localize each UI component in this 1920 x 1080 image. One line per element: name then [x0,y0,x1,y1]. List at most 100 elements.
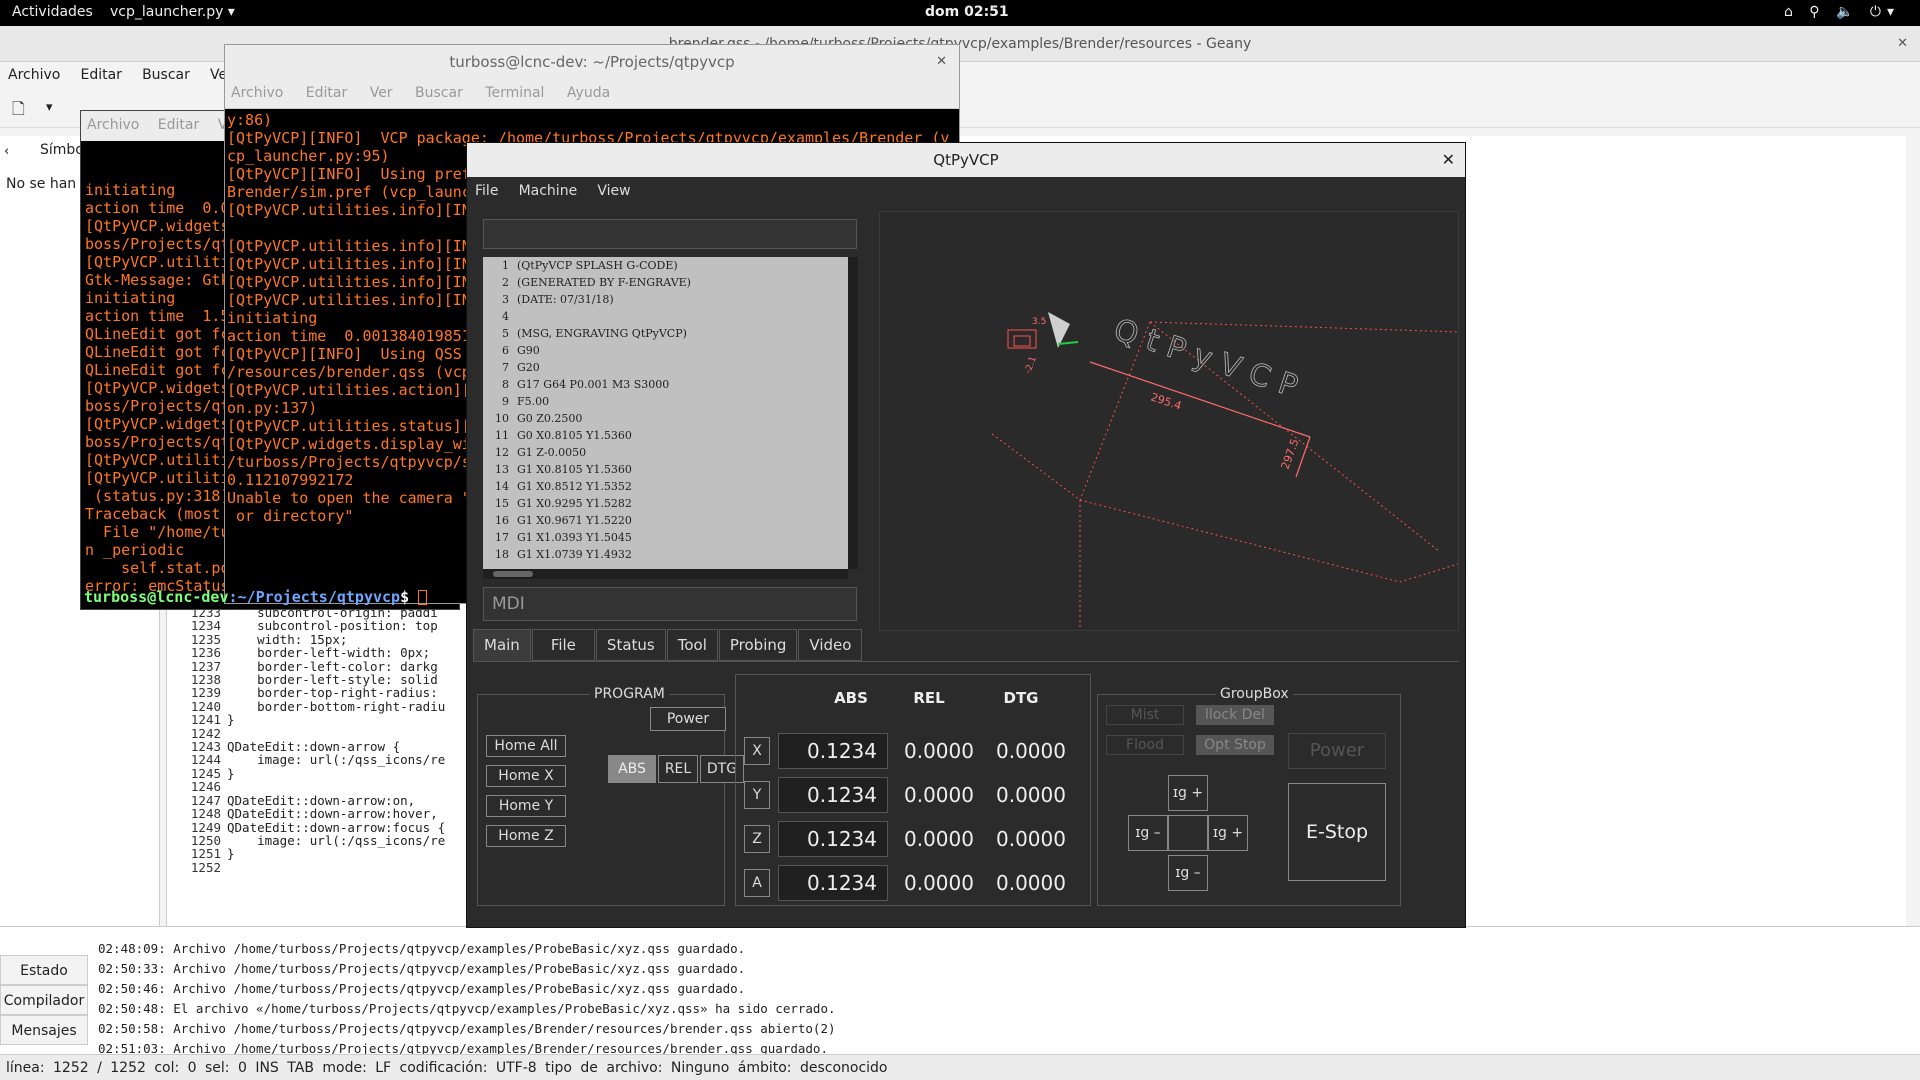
vertical-scrollbar[interactable] [848,257,858,569]
tab-main[interactable]: Main [473,629,531,661]
gcode-line: 14 G1 X0.8512 Y1.5352 [483,478,848,495]
jog-y-plus-button[interactable]: ɪg + [1168,775,1208,811]
menu-archivo[interactable]: Archivo [231,85,283,101]
line-number: 17 [495,531,509,544]
gcode-line: 10 G0 Z0.2500 [483,410,848,427]
menu-machine[interactable]: Machine [519,183,578,199]
menu-editar[interactable]: Editar [72,62,129,88]
mdi-input[interactable]: MDI [483,587,857,621]
home-all-button[interactable]: Home All [486,735,566,757]
axis-a-button[interactable]: A [744,869,770,897]
line-number: 1246 [190,779,221,795]
jog-center-button[interactable] [1168,815,1208,851]
machine-power-button[interactable]: Power [1288,733,1386,769]
menu-buscar[interactable]: Buscar [134,62,198,88]
close-icon[interactable]: ✕ [1442,143,1455,177]
home-z-button[interactable]: Home Z [486,825,566,847]
clock[interactable]: dom 02:51 [925,4,1009,20]
backplot-canvas: 295.4 297.5 -2.1 3.5 QtPyVCP [991,312,1458,630]
machine-origin-marker [1007,329,1037,349]
scrollbar-thumb[interactable] [493,571,533,577]
gcode-text: G1 X0.8512 Y1.5352 [517,480,632,493]
tab-estado[interactable]: Estado [0,955,88,985]
new-file-icon[interactable]: 🗋 [12,98,25,125]
dro-y-dtg: 0.0000 [996,783,1066,807]
cursor [418,590,428,605]
geany-statusbar: línea: 1252 / 1252 col: 0 sel: 0 INS TAB… [0,1054,1920,1080]
dimension-label: 3.5 [1032,317,1046,327]
line-number: 8 [502,378,509,391]
line-number: 1249 [190,819,221,835]
power-icon: ⏻▾ [1869,4,1900,20]
tab-probing[interactable]: Probing [718,629,798,661]
dro-z-dtg: 0.0000 [996,827,1066,851]
axis-x-button[interactable]: X [744,737,770,765]
estop-button[interactable]: E-Stop [1288,783,1386,881]
tab-file[interactable]: File [531,629,595,661]
line-number: 15 [495,497,509,510]
chevron-down-icon[interactable]: ▾ [46,100,53,115]
close-icon[interactable]: ✕ [1897,26,1908,62]
menu-ayuda[interactable]: Ayuda [567,85,610,101]
line-number: 10 [495,412,509,425]
gcode-editor[interactable]: 1 (QtPyVCP SPLASH G-CODE) 2 (GENERATED BY F… [483,257,848,569]
tab-status[interactable]: Status [595,629,666,661]
message-panel: Estado Compilador Mensajes 02:48:09: Arc… [0,926,1920,1056]
gcode-line: 2 (GENERATED BY F-ENGRAVE) [483,274,848,291]
optional-stop-button[interactable]: Opt Stop [1196,735,1274,755]
jog-x-minus-button[interactable]: ɪg – [1128,815,1168,851]
gcode-text: G1 X0.9671 Y1.5220 [517,514,632,527]
status-log: 02:48:09: Archivo /home/turboss/Projects… [98,939,836,1059]
tab-tool[interactable]: Tool [666,629,718,661]
gcode-backplot-view[interactable]: 295.4 297.5 -2.1 3.5 QtPyVCP [879,211,1459,631]
terminal-prompt[interactable]: turboss@lcnc-dev:~/Projects/qtpyvcp$ [84,588,428,606]
log-line: 02:48:09: Archivo /home/turboss/Projects… [98,941,746,956]
axis-z-button[interactable]: Z [744,825,770,853]
menu-view[interactable]: View [597,183,630,199]
home-y-button[interactable]: Home Y [486,795,566,817]
menu-buscar[interactable]: Buscar [415,85,463,101]
tab-mensajes[interactable]: Mensajes [0,1015,88,1045]
block-delete-button[interactable]: llock Del [1196,705,1274,725]
horizontal-scrollbar[interactable] [483,569,848,579]
menu-editar[interactable]: Editar [158,117,199,133]
app-menu-button[interactable]: vcp_launcher.py ▾ [110,4,235,20]
menu-archivo[interactable]: Archivo [0,62,68,88]
tab-video[interactable]: Video [798,629,863,661]
axis-indicator [1057,341,1079,345]
menu-terminal[interactable]: Terminal [485,85,544,101]
tab-compilador[interactable]: Compilador [0,985,88,1015]
line-text: } [227,765,235,781]
close-icon[interactable]: ✕ [936,45,947,79]
axis-y-button[interactable]: Y [744,781,770,809]
menu-file[interactable]: File [475,183,498,199]
mist-button[interactable]: Mist [1106,705,1184,725]
menu-archivo[interactable]: Archivo [87,117,139,133]
system-tray[interactable]: ⌂ ⚲ 🔈 ⏻▾ [1784,4,1900,20]
dro-a-abs: 0.1234 [778,865,888,901]
bluetooth-icon: ⚲ [1809,4,1826,20]
prompt-user: turboss@lcnc-dev [84,588,229,606]
line-number: 1235 [190,631,221,647]
chevron-left-icon[interactable]: ‹ [4,144,9,159]
home-x-button[interactable]: Home X [486,765,566,787]
menu-editar[interactable]: Editar [306,85,347,101]
dro-x-abs: 0.1234 [778,733,888,769]
abs-mode-button[interactable]: ABS [608,755,656,783]
gcode-text: (DATE: 07/31/18) [517,293,614,306]
code-line: 1240 border-bottom-right-radiu [167,699,445,713]
tab-simbolos[interactable]: Símbo [40,142,84,158]
jog-y-minus-button[interactable]: ɪg – [1168,855,1208,891]
flood-button[interactable]: Flood [1106,735,1184,755]
line-number: 1237 [190,658,221,674]
line-number: 11 [495,429,509,442]
jog-x-plus-button[interactable]: ɪg + [1208,815,1248,851]
bounding-box-line [1149,321,1458,333]
activities-button[interactable]: Actividades [12,4,93,20]
menu-ver[interactable]: Ver [370,85,393,101]
rel-mode-button[interactable]: REL [658,755,698,783]
line-text: image: url(:/qss_icons/re [227,752,446,768]
power-button[interactable]: Power [650,707,726,731]
dro-header-dtg: DTG [1003,689,1039,707]
file-path-field[interactable] [483,219,857,249]
